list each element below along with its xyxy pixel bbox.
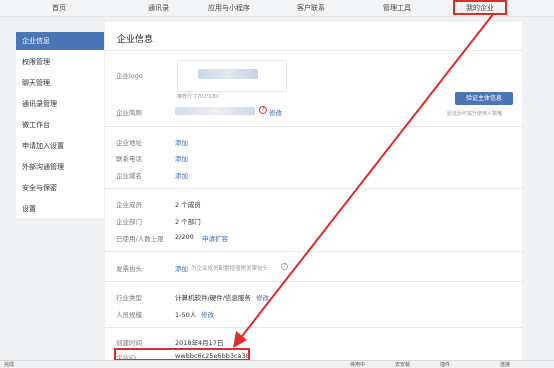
- divider: [105, 188, 522, 189]
- sidebar-item-company-info[interactable]: 企业信息: [16, 32, 104, 50]
- company-logo-image: [198, 69, 258, 79]
- nav-home[interactable]: 首页: [52, 3, 66, 13]
- sidebar-item-security[interactable]: 安全与保密: [16, 179, 104, 197]
- scale-label: 人员规模: [116, 311, 142, 319]
- add-address-link[interactable]: 添加: [175, 137, 188, 147]
- nav-contacts[interactable]: 通讯录: [148, 3, 169, 13]
- company-name-value: [175, 107, 255, 115]
- sidebar-item-join-settings[interactable]: 申请加入设置: [16, 137, 104, 155]
- company-logo-box[interactable]: [177, 60, 287, 92]
- highlight-box-nav: [453, 0, 507, 15]
- members-value: 2 个成员: [175, 201, 201, 209]
- nav-tools[interactable]: 管理工具: [383, 3, 411, 13]
- created-time-value: 2018年4月17日: [175, 339, 224, 347]
- modify-name-link[interactable]: 修改: [269, 107, 282, 117]
- departments-label: 企业部门: [116, 218, 142, 226]
- divider: [105, 126, 522, 127]
- divider: [105, 50, 522, 51]
- page-title: 企业信息: [117, 35, 154, 45]
- modify-industry-link[interactable]: 修改: [256, 292, 269, 302]
- top-navigation: 首页 通讯录 应用与小程序 客户联系 管理工具 我的企业: [0, 0, 554, 17]
- members-label: 企业成员: [116, 201, 142, 209]
- warning-icon: ?: [259, 106, 267, 114]
- add-domain-link[interactable]: 添加: [175, 170, 188, 180]
- add-invoice-link[interactable]: 添加: [175, 263, 188, 273]
- sidebar-item-workbench[interactable]: 微工作台: [16, 116, 104, 134]
- nav-apps[interactable]: 应用与小程序: [208, 3, 250, 13]
- logo-label: 企业logo: [116, 72, 143, 80]
- sidebar-item-settings[interactable]: 设置: [16, 200, 104, 218]
- main-panel: 企业信息 企业logo 推荐尺寸702*180 企业简称 ? 修改 验证主体信息…: [105, 22, 522, 367]
- company-name-label: 企业简称: [116, 109, 142, 117]
- modify-scale-link[interactable]: 修改: [201, 309, 214, 319]
- add-phone-link[interactable]: 添加: [175, 153, 188, 163]
- industry-label: 行业类型: [116, 294, 142, 302]
- sidebar: 企业信息 权限管理 聊天管理 通讯录管理 微工作台 申请加入设置 外部沟通管理 …: [16, 32, 104, 218]
- domain-label: 企业域名: [116, 172, 142, 180]
- used-limit-label: 已使用/人数上限: [116, 235, 164, 243]
- divider: [105, 281, 522, 282]
- sidebar-item-permissions[interactable]: 权限管理: [16, 53, 104, 71]
- sidebar-item-chat[interactable]: 聊天管理: [16, 74, 104, 92]
- invoice-label: 发票抬头: [116, 265, 142, 273]
- sidebar-item-contacts-management[interactable]: 通讯录管理: [16, 95, 104, 113]
- departments-value: 2 个部门: [175, 218, 201, 226]
- invoice-hint: 为企业成员配置增值税发票抬头: [191, 266, 269, 272]
- apply-expand-link[interactable]: 申请扩容: [202, 233, 228, 243]
- divider: [105, 251, 522, 252]
- verify-entity-button[interactable]: 验证主体信息: [455, 92, 513, 105]
- used-limit-value: 2/200: [175, 233, 194, 241]
- address-label: 企业地址: [116, 139, 142, 147]
- created-time-label: 创建时间: [116, 339, 142, 347]
- nav-customers[interactable]: 客户联系: [297, 3, 325, 13]
- scale-value: 1-50人: [175, 311, 197, 319]
- logo-size-hint: 推荐尺寸702*180: [177, 94, 219, 100]
- industry-value: 计算机软件/硬件/信息服务: [175, 294, 251, 302]
- phone-label: 联系电话: [116, 155, 142, 163]
- info-icon: ?: [281, 263, 288, 270]
- sidebar-item-external-comm[interactable]: 外部沟通管理: [16, 158, 104, 176]
- verify-hint: 验证后可提升使用人数哦: [447, 111, 503, 117]
- divider: [105, 327, 522, 328]
